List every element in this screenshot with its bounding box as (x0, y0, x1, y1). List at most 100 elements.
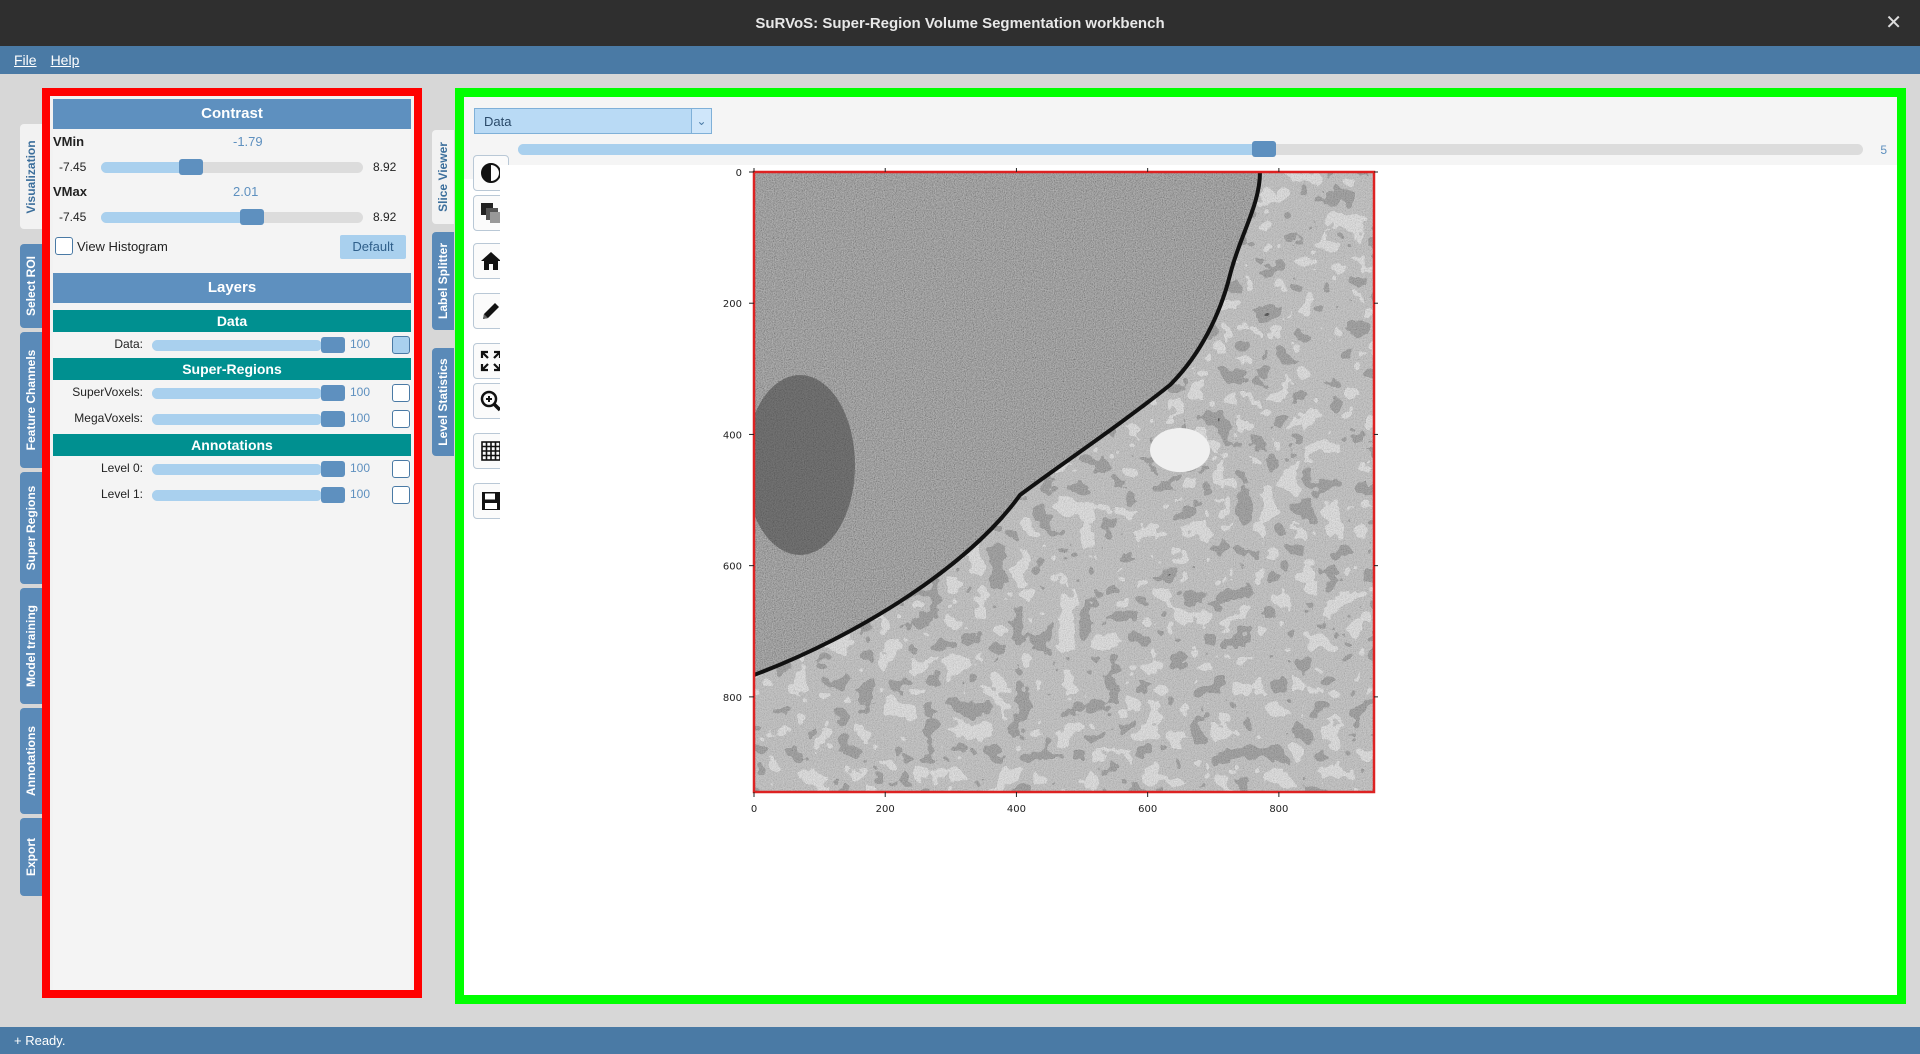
slice-slider-handle[interactable] (1252, 141, 1277, 157)
y-tick-label: 400 (723, 430, 742, 441)
layer-label: Data: (114, 337, 143, 351)
x-tick-label: 600 (1138, 804, 1157, 815)
tab-label: Slice Viewer (436, 142, 450, 212)
chevron-down-icon[interactable]: ⌄ (691, 109, 711, 133)
x-tick-label: 200 (876, 804, 895, 815)
layer-row-megavoxels: MegaVoxels: 100 (53, 406, 411, 432)
view-histogram-checkbox[interactable] (55, 237, 73, 255)
layer-label: MegaVoxels: (74, 411, 143, 425)
data-layer-header: Data (53, 310, 411, 332)
vmax-range-min: -7.45 (59, 210, 87, 224)
x-tick-label: 800 (1269, 804, 1288, 815)
menu-file[interactable]: File (14, 52, 37, 68)
layer-label: Level 0: (100, 461, 143, 475)
visualization-panel: Contrast VMin -1.79 -7.45 8.92 VMax 2.01… (42, 88, 422, 998)
supervoxels-opacity-handle[interactable] (321, 385, 345, 401)
tab-select-roi[interactable]: Select ROI (20, 244, 42, 328)
tab-label: Label Splitter (436, 242, 450, 320)
vmin-slider[interactable] (101, 162, 363, 173)
supervoxels-opacity-slider[interactable] (152, 388, 322, 399)
layer-row-supervoxels: SuperVoxels: 100 (53, 380, 411, 406)
vmin-label: VMin (53, 134, 85, 149)
level1-opacity-slider[interactable] (152, 490, 322, 501)
vmax-slider[interactable] (101, 212, 363, 223)
microscopy-image (754, 172, 1374, 792)
tab-visualization[interactable]: Visualization (20, 124, 42, 229)
layer-value: 100 (350, 337, 371, 351)
data-opacity-slider[interactable] (152, 340, 322, 351)
menu-bar: File Help (0, 46, 1920, 74)
tab-label: Select ROI (24, 255, 38, 317)
tab-label: Feature Channels (24, 349, 38, 451)
megavoxels-opacity-slider[interactable] (152, 414, 322, 425)
vmin-range-max: 8.92 (373, 160, 397, 174)
default-button[interactable]: Default (340, 235, 406, 259)
data-visible-checkbox[interactable] (392, 336, 410, 354)
view-histogram-label: View Histogram (77, 239, 168, 254)
close-icon[interactable]: ✕ (1885, 10, 1902, 35)
tab-feature-channels[interactable]: Feature Channels (20, 332, 42, 468)
status-text: + Ready. (14, 1033, 66, 1048)
menu-help[interactable]: Help (51, 52, 80, 68)
supervoxels-visible-checkbox[interactable] (392, 384, 410, 402)
tab-slice-viewer[interactable]: Slice Viewer (432, 130, 454, 224)
dropdown-value: Data (484, 114, 512, 129)
layers-header: Layers (53, 273, 411, 303)
superregions-layer-header: Super-Regions (53, 358, 411, 380)
level0-visible-checkbox[interactable] (392, 460, 410, 478)
vmin-slider-row: -7.45 8.92 (53, 154, 411, 179)
vmin-label-row: VMin -1.79 (53, 129, 411, 154)
tab-label: Visualization (24, 139, 38, 214)
layer-row-level0: Level 0: 100 (53, 456, 411, 482)
layer-label: SuperVoxels: (72, 385, 143, 399)
level0-opacity-slider[interactable] (152, 464, 322, 475)
vmin-value: -1.79 (233, 134, 263, 149)
contrast-header: Contrast (53, 99, 411, 129)
megavoxels-visible-checkbox[interactable] (392, 410, 410, 428)
vmax-label: VMax (53, 184, 87, 199)
tab-label: Super Regions (24, 485, 38, 571)
tab-export[interactable]: Export (20, 818, 42, 896)
status-bar: + Ready. (0, 1027, 1920, 1054)
tab-label: Export (24, 837, 38, 877)
tab-label: Annotations (24, 726, 38, 796)
data-source-dropdown[interactable]: Data ⌄ (474, 108, 712, 134)
annotations-layer-header: Annotations (53, 434, 411, 456)
y-tick-label: 200 (723, 299, 742, 310)
vmax-slider-handle[interactable] (240, 209, 265, 225)
window-title: SuRVoS: Super-Region Volume Segmentation… (755, 14, 1165, 32)
layer-value: 100 (350, 411, 371, 425)
slice-plot[interactable]: 0 200 400 600 800 0 200 400 600 800 (500, 165, 1897, 986)
vmax-value: 2.01 (233, 184, 259, 199)
layer-value: 100 (350, 385, 371, 399)
layer-value: 100 (350, 461, 371, 475)
data-opacity-handle[interactable] (321, 337, 345, 353)
y-tick-label: 600 (723, 562, 742, 573)
tab-label: Level Statistics (436, 358, 450, 446)
tab-label-splitter[interactable]: Label Splitter (432, 232, 454, 330)
tab-super-regions[interactable]: Super Regions (20, 472, 42, 584)
tab-annotations[interactable]: Annotations (20, 708, 42, 814)
window-title-bar: SuRVoS: Super-Region Volume Segmentation… (0, 0, 1920, 46)
x-tick-label: 0 (751, 804, 757, 815)
y-tick-label: 800 (723, 693, 742, 704)
level1-opacity-handle[interactable] (321, 487, 345, 503)
level0-opacity-handle[interactable] (321, 461, 345, 477)
tab-label: Model training (24, 605, 38, 687)
layer-row-level1: Level 1: 100 (53, 482, 411, 508)
layer-row-data: Data: 100 (53, 332, 411, 358)
slice-plot-area[interactable]: 0 200 400 600 800 0 200 400 600 800 (500, 165, 1897, 995)
vmax-range-max: 8.92 (373, 210, 397, 224)
layer-value: 100 (350, 487, 371, 501)
slice-slider[interactable] (518, 144, 1863, 155)
y-tick-label: 0 (736, 168, 742, 179)
tab-model-training[interactable]: Model training (20, 588, 42, 704)
vmin-range-min: -7.45 (59, 160, 87, 174)
histogram-row: View Histogram Default (53, 229, 411, 265)
tab-level-statistics[interactable]: Level Statistics (432, 348, 454, 456)
megavoxels-opacity-handle[interactable] (321, 411, 345, 427)
vmax-label-row: VMax 2.01 (53, 179, 411, 204)
vmin-slider-handle[interactable] (179, 159, 204, 175)
level1-visible-checkbox[interactable] (392, 486, 410, 504)
layer-label: Level 1: (100, 487, 143, 501)
